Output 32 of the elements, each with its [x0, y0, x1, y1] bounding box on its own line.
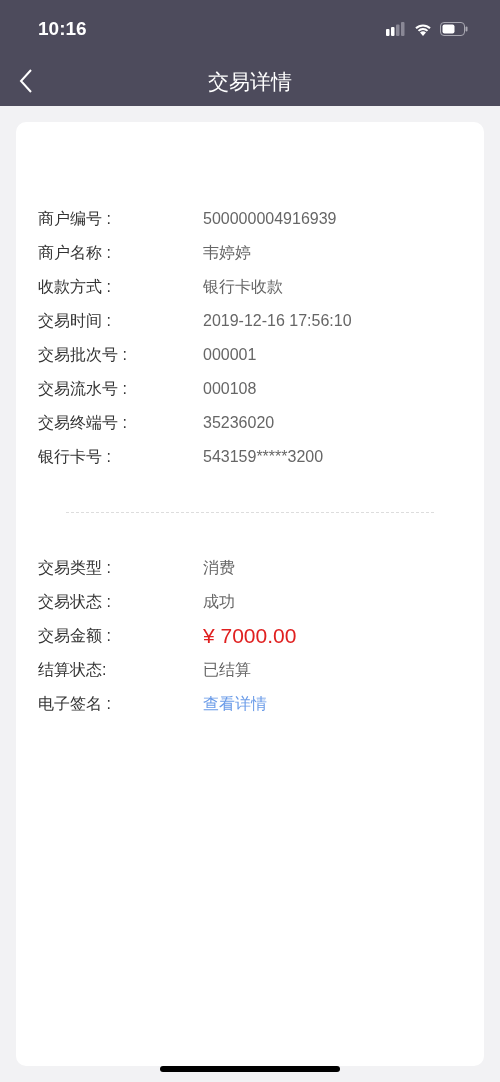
field-label: 电子签名 : — [38, 694, 112, 714]
field-value: 35236020 — [203, 413, 275, 433]
field-value: 543159*****3200 — [203, 447, 324, 467]
field-label: 银行卡号 : — [38, 447, 112, 467]
page-title: 交易详情 — [208, 69, 292, 96]
field-value: 消费 — [203, 558, 235, 578]
field-label: 商户编号 : — [38, 209, 112, 229]
field-value: 2019-12-16 17:56:10 — [203, 311, 352, 331]
amount-value: ¥ 7000.00 — [203, 623, 297, 650]
status-time: 10:16 — [38, 16, 87, 41]
field-label: 商户名称 : — [38, 243, 112, 263]
field-value: 500000004916939 — [203, 209, 337, 229]
field-value: 韦婷婷 — [203, 243, 251, 263]
field-label: 收款方式 : — [38, 277, 112, 297]
field-label: 交易时间 : — [38, 311, 112, 331]
field-label: 交易流水号 : — [38, 379, 128, 399]
back-icon — [19, 68, 33, 94]
field-value: 成功 — [203, 592, 235, 612]
battery-icon — [440, 22, 468, 36]
field-label: 结算状态: — [38, 660, 108, 680]
field-label: 交易状态 : — [38, 592, 112, 612]
field-label: 交易批次号 : — [38, 345, 128, 365]
field-label: 交易类型 : — [38, 558, 112, 578]
signal-icon — [386, 22, 406, 36]
field-value: 已结算 — [203, 660, 251, 680]
field-label: 交易金额 : — [38, 626, 112, 646]
wifi-icon — [414, 22, 432, 36]
details-link[interactable]: 查看详情 — [203, 692, 267, 716]
field-value: 000108 — [203, 379, 257, 399]
field-label: 交易终端号 : — [38, 413, 128, 433]
field-value: 000001 — [203, 345, 257, 365]
field-value: 银行卡收款 — [203, 277, 283, 297]
